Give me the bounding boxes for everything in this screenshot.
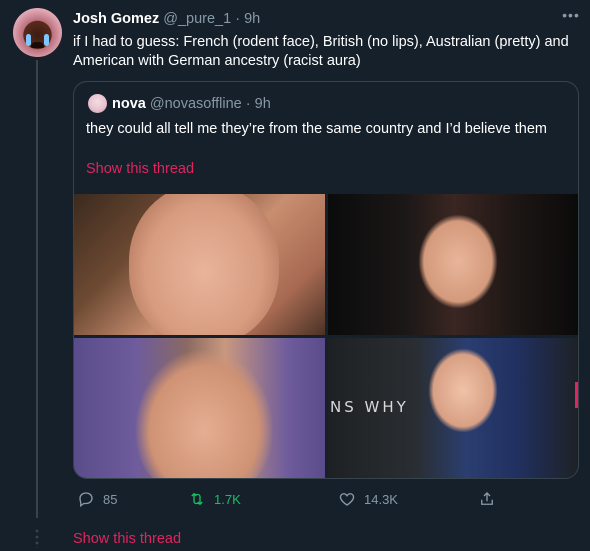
reply-button[interactable]: 85 [77,490,117,508]
avatar[interactable] [13,8,62,57]
quote-avatar [88,94,107,113]
author-handle[interactable]: @_pure_1 [163,11,231,27]
red-mark-decoration [575,382,578,408]
quote-text: they could all tell me they’re from the … [86,121,548,137]
quote-author-name: nova [112,96,146,112]
photo-1[interactable] [74,194,325,335]
thread-line [36,60,38,518]
photo-background-sign: NS WHY [330,398,409,416]
face-shape [134,348,274,478]
author-name[interactable]: Josh Gomez [73,11,159,27]
tweet-header: Josh Gomez @_pure_1 · 9h [73,11,260,27]
face-shape [129,194,279,335]
like-count: 14.3K [364,491,398,507]
quoted-tweet[interactable]: nova @novasoffline · 9h they could all t… [73,81,579,479]
mouth-decoration [31,42,44,48]
tweet-text: if I had to guess: French (rodent face),… [73,34,569,69]
reply-count: 85 [103,491,118,507]
reply-icon [79,492,93,508]
tweet-timestamp[interactable]: 9h [244,11,260,27]
separator-dot: · [245,96,251,112]
heart-icon [339,493,355,506]
face-shape [418,214,498,309]
more-horizontal-icon[interactable]: ••• [561,8,581,22]
photo-grid: NS WHY [74,194,578,478]
retweet-icon [191,492,203,506]
action-bar: 85 1.7K 14.3K [73,490,523,510]
quote-timestamp: 9h [254,96,271,112]
photo-4[interactable]: NS WHY [328,338,578,478]
quote-header: nova @novasoffline · 9h [112,96,271,112]
tear-right-decoration [44,34,49,46]
thread-dots [35,528,39,548]
retweet-count: 1.7K [214,491,241,507]
share-icon [481,492,493,505]
retweet-button[interactable]: 1.7K [188,490,241,508]
photo-2[interactable] [328,194,578,335]
quote-author-handle: @novasoffline [149,96,242,112]
quote-show-thread-link[interactable]: Show this thread [86,161,194,177]
share-button[interactable] [478,490,496,508]
face-shape [428,348,498,433]
separator-dot: · [235,11,241,27]
photo-3[interactable] [74,338,325,478]
like-button[interactable]: 14.3K [338,490,398,508]
show-thread-link[interactable]: Show this thread [73,531,181,547]
